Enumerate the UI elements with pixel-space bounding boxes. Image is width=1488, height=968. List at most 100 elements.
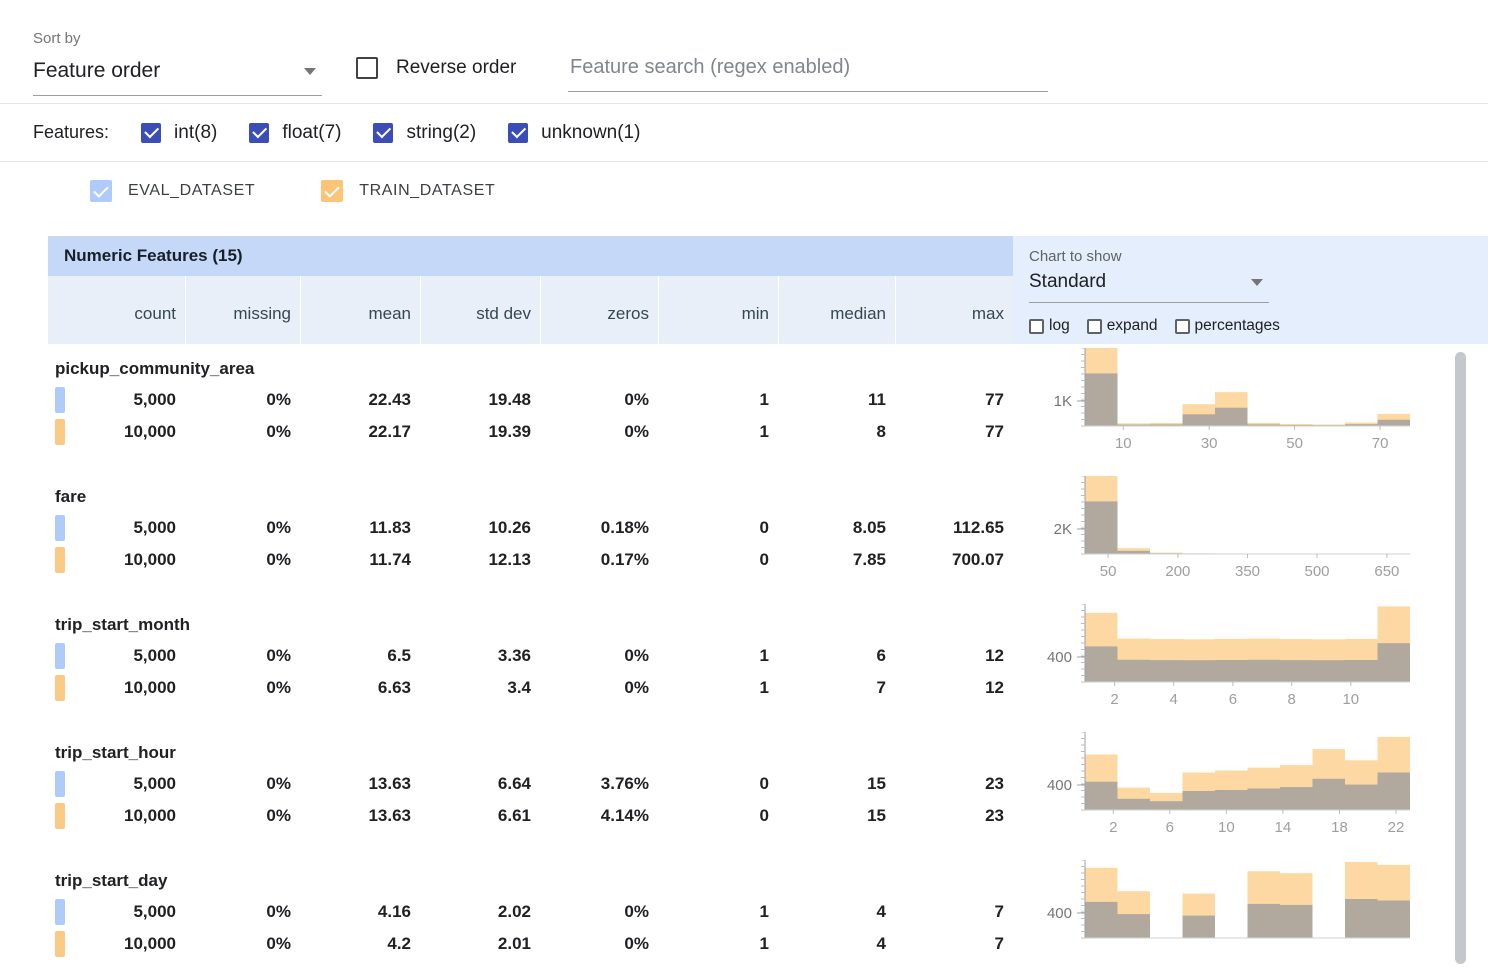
reverse-order-checkbox[interactable] xyxy=(356,57,378,79)
svg-text:400: 400 xyxy=(1047,777,1072,794)
stat-median: 11 xyxy=(778,390,895,410)
sort-by-value: Feature order xyxy=(33,59,160,83)
feature-section: pickup_community_area5,0000%22.4319.480%… xyxy=(48,344,1488,472)
stat-missing: 0% xyxy=(185,518,300,538)
stat-missing: 0% xyxy=(185,934,300,954)
svg-text:200: 200 xyxy=(1165,563,1190,580)
feature-sections: pickup_community_area5,0000%22.4319.480%… xyxy=(48,344,1488,968)
stat-max: 23 xyxy=(895,774,1013,794)
stat-min: 0 xyxy=(658,550,778,570)
histogram-chart: 400246810 xyxy=(1013,600,1440,728)
chart-type-select[interactable]: Standard xyxy=(1029,269,1269,303)
eval-color-swatch xyxy=(55,643,65,669)
train-color-swatch xyxy=(55,419,65,445)
feature-section: trip_start_month5,0000%6.53.360%161210,0… xyxy=(48,600,1488,728)
sort-by-label: Sort by xyxy=(33,30,322,47)
histogram-chart: 400 xyxy=(1013,856,1440,968)
filter-int: int(8) xyxy=(141,122,217,144)
svg-text:10: 10 xyxy=(1342,691,1359,708)
stat-zeros: 0% xyxy=(540,390,658,410)
vertical-scrollbar[interactable] xyxy=(1455,352,1466,964)
stat-count: 5,000 xyxy=(48,518,185,538)
train-dataset-checkbox[interactable] xyxy=(321,180,343,202)
percentages-checkbox[interactable] xyxy=(1175,319,1190,334)
train-stats-row: 10,0000%22.1719.390%1877 xyxy=(48,416,1013,448)
stat-std-dev: 3.36 xyxy=(420,646,540,666)
stat-median: 8.05 xyxy=(778,518,895,538)
stat-count: 10,000 xyxy=(48,550,185,570)
svg-text:350: 350 xyxy=(1235,563,1260,580)
eval-stats-row: 5,0000%13.636.643.76%01523 xyxy=(48,768,1013,800)
stat-count: 10,000 xyxy=(48,678,185,698)
column-header-stddev: std dev xyxy=(420,276,540,344)
expand-checkbox[interactable] xyxy=(1087,319,1102,334)
expand-label: expand xyxy=(1107,317,1158,335)
float-filter-checkbox[interactable] xyxy=(249,123,269,143)
stat-median: 4 xyxy=(778,902,895,922)
eval-stats-row: 5,0000%4.162.020%147 xyxy=(48,896,1013,928)
stat-min: 1 xyxy=(658,646,778,666)
sort-by-control: Sort by Feature order xyxy=(33,30,322,96)
stat-zeros: 0% xyxy=(540,646,658,666)
chart-controls-panel: Chart to show Standard log expand percen… xyxy=(1013,236,1488,344)
toolbar: Sort by Feature order Reverse order xyxy=(0,0,1488,104)
stat-max: 23 xyxy=(895,806,1013,826)
train-color-swatch xyxy=(55,931,65,957)
stat-zeros: 0% xyxy=(540,902,658,922)
stat-count: 10,000 xyxy=(48,934,185,954)
stat-zeros: 0% xyxy=(540,422,658,442)
stat-count: 5,000 xyxy=(48,902,185,922)
stat-zeros: 4.14% xyxy=(540,806,658,826)
stat-missing: 0% xyxy=(185,806,300,826)
column-header-max: max xyxy=(895,276,1013,344)
train-stats-row: 10,0000%13.636.614.14%01523 xyxy=(48,800,1013,832)
feature-search-input[interactable] xyxy=(568,52,1048,92)
train-stats-row: 10,0000%6.633.40%1712 xyxy=(48,672,1013,704)
eval-dataset-toggle: EVAL_DATASET xyxy=(90,180,255,202)
train-dataset-toggle: TRAIN_DATASET xyxy=(321,180,495,202)
stat-missing: 0% xyxy=(185,550,300,570)
eval-dataset-checkbox[interactable] xyxy=(90,180,112,202)
unknown-filter-checkbox[interactable] xyxy=(508,123,528,143)
string-filter-checkbox[interactable] xyxy=(373,123,393,143)
stat-missing: 0% xyxy=(185,390,300,410)
eval-stats-row: 5,0000%22.4319.480%11177 xyxy=(48,384,1013,416)
stat-min: 1 xyxy=(658,934,778,954)
stat-std-dev: 10.26 xyxy=(420,518,540,538)
stat-std-dev: 3.4 xyxy=(420,678,540,698)
table-title: Numeric Features (15) xyxy=(48,236,1013,276)
percentages-toggle: percentages xyxy=(1175,317,1280,335)
stat-min: 1 xyxy=(658,678,778,698)
unknown-filter-label: unknown(1) xyxy=(541,122,640,144)
chart-options-row: log expand percentages xyxy=(1029,317,1488,335)
train-dataset-label: TRAIN_DATASET xyxy=(359,182,495,200)
svg-text:10: 10 xyxy=(1115,435,1132,452)
stat-median: 7.85 xyxy=(778,550,895,570)
log-toggle: log xyxy=(1029,317,1070,335)
stat-count: 5,000 xyxy=(48,390,185,410)
feature-section: trip_start_hour5,0000%13.636.643.76%0152… xyxy=(48,728,1488,856)
feature-name: fare xyxy=(48,482,1013,512)
log-checkbox[interactable] xyxy=(1029,319,1044,334)
histogram-chart: 1K10305070 xyxy=(1013,344,1440,472)
svg-text:30: 30 xyxy=(1201,435,1218,452)
reverse-order-control: Reverse order xyxy=(356,57,516,79)
sort-by-select[interactable]: Feature order xyxy=(33,49,322,96)
dataset-legend: EVAL_DATASET TRAIN_DATASET xyxy=(0,162,1488,236)
train-stats-row: 10,0000%4.22.010%147 xyxy=(48,928,1013,960)
column-header-zeros: zeros xyxy=(540,276,658,344)
stat-max: 77 xyxy=(895,422,1013,442)
feature-name: trip_start_day xyxy=(48,866,1013,896)
stat-zeros: 0.17% xyxy=(540,550,658,570)
stat-std-dev: 2.01 xyxy=(420,934,540,954)
eval-stats-row: 5,0000%11.8310.260.18%08.05112.65 xyxy=(48,512,1013,544)
stat-median: 4 xyxy=(778,934,895,954)
train-stats-row: 10,0000%11.7412.130.17%07.85700.07 xyxy=(48,544,1013,576)
svg-text:400: 400 xyxy=(1047,905,1072,922)
feature-name: trip_start_month xyxy=(48,610,1013,640)
stat-min: 0 xyxy=(658,806,778,826)
stat-median: 15 xyxy=(778,806,895,826)
int-filter-checkbox[interactable] xyxy=(141,123,161,143)
svg-text:650: 650 xyxy=(1374,563,1399,580)
stat-max: 7 xyxy=(895,934,1013,954)
